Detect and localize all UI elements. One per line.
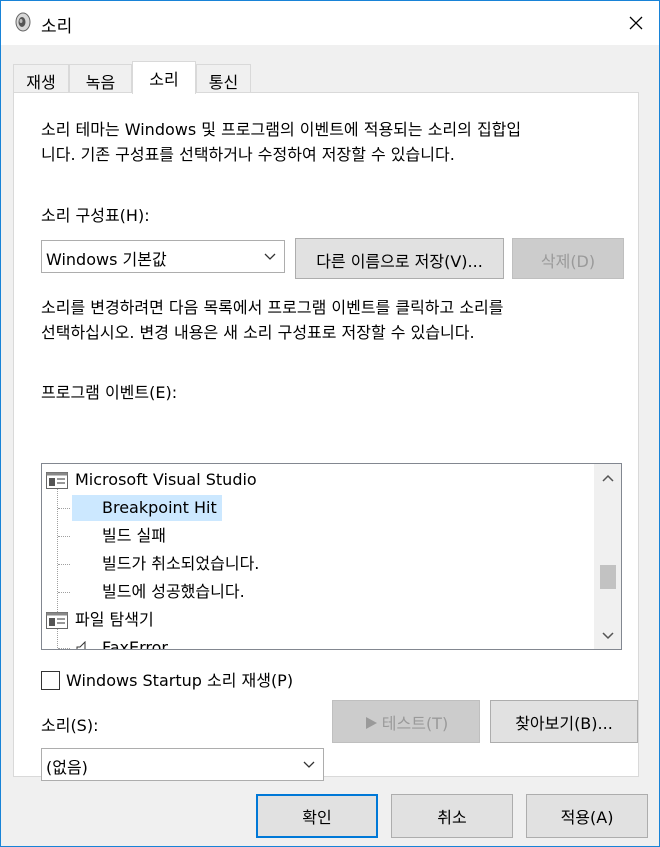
tree-connector <box>58 508 70 509</box>
test-button-label: 테스트(T) <box>381 714 449 733</box>
cancel-button[interactable]: 취소 <box>391 794 513 838</box>
window-title: 소리 <box>41 17 73 37</box>
program-events-list[interactable]: Microsoft Visual Studio Breakpoint Hit 빌… <box>41 463 622 650</box>
close-icon <box>629 16 643 30</box>
tab-label: 소리 <box>149 70 179 89</box>
close-button[interactable] <box>613 1 659 45</box>
test-button[interactable]: 테스트(T) <box>332 700 480 743</box>
description-line-2: 니다. 기존 구성표를 선택하거나 수정하여 저장할 수 있습니다. <box>41 145 455 164</box>
list-item[interactable]: 빌드 실패 <box>42 522 595 550</box>
tree-connector <box>58 536 70 537</box>
tree-connector <box>58 564 70 565</box>
scroll-up-button[interactable] <box>594 464 621 491</box>
list-scrollbar[interactable] <box>594 464 621 649</box>
title-bar: 소리 <box>1 1 659 45</box>
event-item-label-selected: Breakpoint Hit <box>72 495 222 521</box>
event-item-label: 빌드 실패 <box>102 526 166 545</box>
tab-communications[interactable]: 통신 <box>196 64 251 93</box>
description-line-1: 소리 테마는 Windows 및 프로그램의 이벤트에 적용되는 소리의 집합입 <box>41 120 522 139</box>
sound-label: 소리(S): <box>41 716 99 735</box>
sound-dialog: 소리 재생 녹음 소리 통신 소리 테마는 Windows 및 프로그램의 이벤… <box>0 0 660 847</box>
tab-label: 재생 <box>26 73 56 92</box>
tab-sounds[interactable]: 소리 <box>132 61 196 94</box>
event-item-label: 빌드가 취소되었습니다. <box>102 554 260 573</box>
program-group-icon <box>46 472 68 489</box>
startup-sound-checkbox[interactable] <box>41 671 60 690</box>
event-group-label: 파일 탐색기 <box>75 610 154 629</box>
chevron-down-icon <box>264 253 276 260</box>
scheme-select[interactable]: Windows 기본값 <box>41 240 285 273</box>
delete-button[interactable]: 삭제(D) <box>512 238 624 279</box>
tab-playback[interactable]: 재생 <box>13 64 69 93</box>
list-item[interactable]: FaxError <box>42 634 595 650</box>
chevron-up-icon <box>601 474 614 482</box>
apply-button[interactable]: 적용(A) <box>526 794 648 838</box>
browse-button[interactable]: 찾아보기(B)... <box>490 700 638 743</box>
program-group-icon <box>46 612 68 629</box>
sounds-panel: 소리 테마는 Windows 및 프로그램의 이벤트에 적용되는 소리의 집합입… <box>13 92 639 781</box>
change-hint-line-2: 선택하십시오. 변경 내용은 새 소리 구성표로 저장할 수 있습니다. <box>41 323 475 342</box>
event-group-label: Microsoft Visual Studio <box>75 470 257 489</box>
list-item[interactable]: 파일 탐색기 <box>42 606 595 634</box>
startup-sound-label: Windows Startup 소리 재생(P) <box>66 671 294 690</box>
event-item-label: 빌드에 성공했습니다. <box>102 582 245 601</box>
sound-value: (없음) <box>46 758 88 777</box>
ok-button[interactable]: 확인 <box>256 794 378 838</box>
list-item[interactable]: 빌드에 성공했습니다. <box>42 578 595 606</box>
tab-label: 녹음 <box>85 73 116 92</box>
events-label: 프로그램 이벤트(E): <box>41 383 178 402</box>
play-icon <box>365 717 377 729</box>
sound-select[interactable]: (없음) <box>41 748 324 781</box>
scheme-value: Windows 기본값 <box>46 250 167 269</box>
list-item[interactable]: 빌드가 취소되었습니다. <box>42 550 595 578</box>
tab-label: 통신 <box>208 73 239 92</box>
save-as-button[interactable]: 다른 이름으로 저장(V)... <box>295 238 504 279</box>
tree-connector <box>58 592 70 593</box>
dialog-body: 재생 녹음 소리 통신 소리 테마는 Windows 및 프로그램의 이벤트에 … <box>1 45 659 846</box>
scroll-down-button[interactable] <box>594 622 621 649</box>
speaker-icon <box>15 12 31 32</box>
scroll-thumb[interactable] <box>600 565 616 589</box>
event-item-label: FaxError <box>102 638 169 650</box>
speaker-small-icon <box>76 641 86 649</box>
change-hint-line-1: 소리를 변경하려면 다음 목록에서 프로그램 이벤트를 클릭하고 소리를 <box>41 298 504 317</box>
scheme-label: 소리 구성표(H): <box>41 206 150 225</box>
chevron-down-icon <box>303 761 315 768</box>
list-item[interactable]: Microsoft Visual Studio <box>42 466 595 494</box>
list-item[interactable]: Breakpoint Hit <box>42 494 595 522</box>
tab-recording[interactable]: 녹음 <box>69 64 132 93</box>
chevron-down-icon <box>601 631 614 639</box>
tree-connector <box>58 648 70 649</box>
